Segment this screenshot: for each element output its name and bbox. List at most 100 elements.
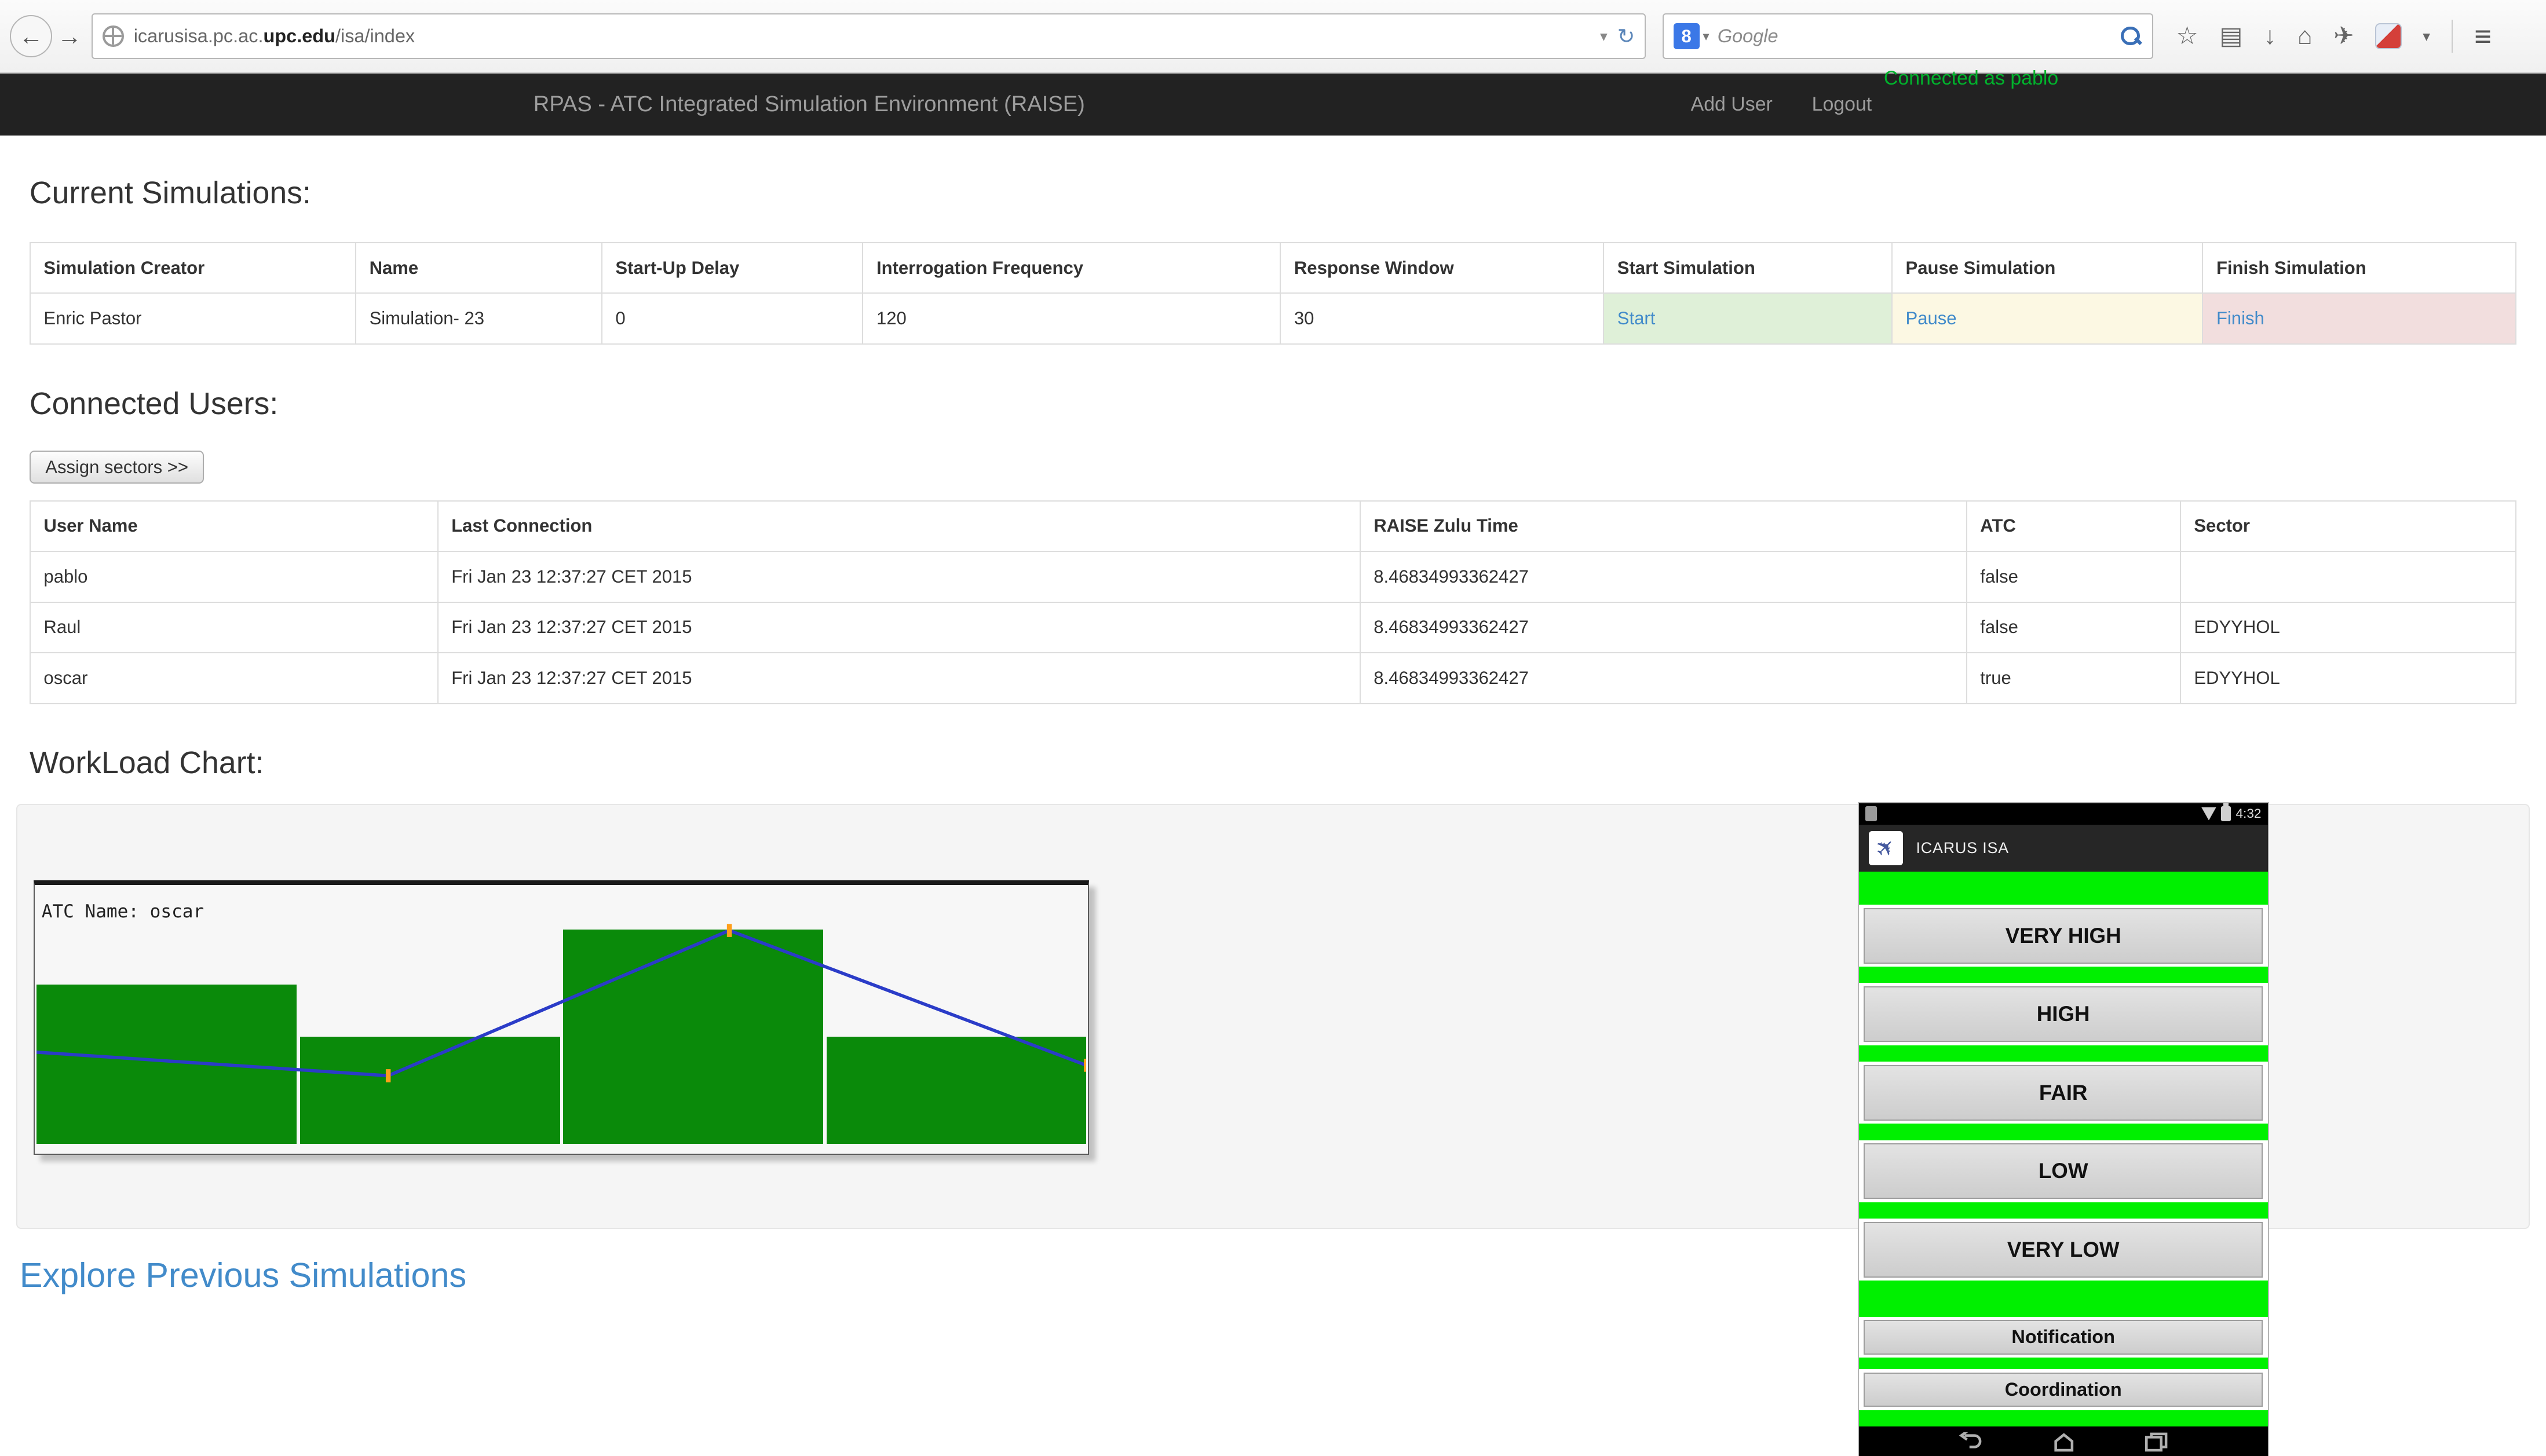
bookmarks-menu-icon[interactable]: ▤ [2219,24,2242,48]
browser-toolbar: ← → icarusisa.pc.ac.upc.edu/isa/index ▾ … [0,0,2546,74]
very-low-button[interactable]: VERY LOW [1864,1222,2263,1278]
extension-icon[interactable] [2375,23,2401,49]
status-time: 4:32 [2236,806,2262,821]
connected-as-badge: Connected as pablo [1884,67,2058,90]
user-name-cell: Raul [30,602,438,653]
column-header: Name [356,243,602,294]
column-header: Finish Simulation [2202,243,2516,294]
forward-icon: → [57,23,82,50]
last-connection-cell: Fri Jan 23 12:37:27 CET 2015 [438,551,1360,602]
pause-simulation-cell: Pause [1892,293,2202,344]
user-row: oscar Fri Jan 23 12:37:27 CET 2015 8.468… [30,653,2516,704]
forward-button[interactable]: → [57,23,82,50]
workload-line [36,931,1086,1076]
simulation-creator-cell: Enric Pastor [30,293,356,344]
app-navbar: RPAS - ATC Integrated Simulation Environ… [0,74,2546,136]
hamburger-menu-icon[interactable]: ≡ [2474,19,2490,53]
last-connection-cell: Fri Jan 23 12:37:27 CET 2015 [438,602,1360,653]
assign-sectors-button[interactable]: Assign sectors >> [30,451,204,484]
user-name-cell: oscar [30,653,438,704]
workload-chart: ATC Name: oscar [34,880,1089,1155]
back-icon: ← [19,23,43,50]
extension-dropdown-icon[interactable]: ▾ [2423,27,2430,45]
sector-cell: EDYYHOL [2180,653,2516,704]
urlbar-dropdown-icon[interactable]: ▾ [1600,27,1608,45]
interrogation-frequency-cell: 120 [863,293,1280,344]
page: ← → icarusisa.pc.ac.upc.edu/isa/index ▾ … [0,0,2546,1456]
search-placeholder: Google [1718,25,2120,47]
sector-cell [2180,551,2516,602]
start-simulation-cell: Start [1603,293,1892,344]
workload-indicator-strip [1859,1045,2268,1062]
column-header: Start-Up Delay [602,243,863,294]
coordination-button[interactable]: Coordination [1864,1373,2263,1407]
send-tab-icon[interactable]: ✈ [2333,24,2354,48]
workload-indicator-strip [1859,1410,2268,1426]
back-button[interactable]: ← [10,15,52,57]
user-row: Raul Fri Jan 23 12:37:27 CET 2015 8.4683… [30,602,2516,653]
column-header: Pause Simulation [1892,243,2202,294]
user-name-cell: pablo [30,551,438,602]
current-simulations-heading: Current Simulations: [30,175,2516,211]
workload-line-marker [1084,1059,1086,1073]
sector-cell: EDYYHOL [2180,602,2516,653]
address-bar[interactable]: icarusisa.pc.ac.upc.edu/isa/index ▾ ↻ [92,13,1646,59]
search-box[interactable]: 8 ▾ Google [1663,13,2153,59]
home-icon[interactable]: ⌂ [2297,24,2313,48]
column-header: Sector [2180,501,2516,552]
android-nav-bar [1859,1426,2268,1456]
response-window-cell: 30 [1280,293,1603,344]
notification-app-icon [1865,806,1877,821]
battery-icon [2221,806,2231,821]
atc-cell: false [1967,551,2180,602]
engine-dropdown-icon[interactable]: ▾ [1703,29,1709,44]
toolbar-separator [2452,20,2453,52]
workload-indicator-strip [1859,1202,2268,1219]
phone-app-title: ICARUS ISA [1916,839,2009,857]
atc-cell: false [1967,602,2180,653]
reload-button[interactable]: ↻ [1617,24,1635,49]
connected-users-heading: Connected Users: [30,386,2516,422]
zulu-time-cell: 8.46834993362427 [1360,551,1967,602]
downloads-icon[interactable]: ↓ [2264,24,2276,48]
finish-simulation-cell: Finish [2202,293,2516,344]
android-recents-icon[interactable] [2144,1432,2168,1452]
notification-button[interactable]: Notification [1864,1320,2263,1354]
zulu-time-cell: 8.46834993362427 [1360,653,1967,704]
fair-button[interactable]: FAIR [1864,1065,2263,1121]
pause-simulation-link[interactable]: Pause [1906,308,1957,328]
workload-line-marker [386,1070,390,1083]
column-header: ATC [1967,501,2180,552]
finish-simulation-link[interactable]: Finish [2216,308,2264,328]
workload-line-marker [727,924,732,938]
android-home-icon[interactable] [2052,1432,2076,1452]
google-engine-icon[interactable]: 8 [1674,23,1700,49]
atc-cell: true [1967,653,2180,704]
simulation-name-cell: Simulation- 23 [356,293,602,344]
logout-link[interactable]: Logout [1812,93,1872,116]
phone-mockup: 4:32 ✈ ICARUS ISA VERY HIGH HIGH FAIR LO… [1859,803,2268,1456]
icarus-app-icon: ✈ [1869,831,1903,865]
connected-users-table: User Name Last Connection RAISE Zulu Tim… [30,500,2516,704]
column-header: User Name [30,501,438,552]
workload-chart-heading: WorkLoad Chart: [30,745,2516,781]
search-icon[interactable] [2120,25,2143,48]
phone-app-bar: ✈ ICARUS ISA [1859,825,2268,872]
simulation-row: Enric Pastor Simulation- 23 0 120 30 Sta… [30,293,2516,344]
start-simulation-link[interactable]: Start [1617,308,1656,328]
phone-status-bar: 4:32 [1859,803,2268,825]
explore-previous-simulations-link[interactable]: Explore Previous Simulations [20,1255,466,1295]
app-title: RPAS - ATC Integrated Simulation Environ… [534,92,1085,117]
zulu-time-cell: 8.46834993362427 [1360,602,1967,653]
android-back-icon[interactable] [1958,1432,1984,1452]
low-button[interactable]: LOW [1864,1143,2263,1199]
high-button[interactable]: HIGH [1864,986,2263,1042]
very-high-button[interactable]: VERY HIGH [1864,908,2263,964]
column-header: Interrogation Frequency [863,243,1280,294]
site-globe-icon [103,25,124,47]
chart-title: ATC Name: oscar [42,901,204,922]
column-header: Start Simulation [1603,243,1892,294]
add-user-link[interactable]: Add User [1691,93,1773,116]
bookmark-star-icon[interactable]: ☆ [2176,24,2198,48]
column-header: Simulation Creator [30,243,356,294]
